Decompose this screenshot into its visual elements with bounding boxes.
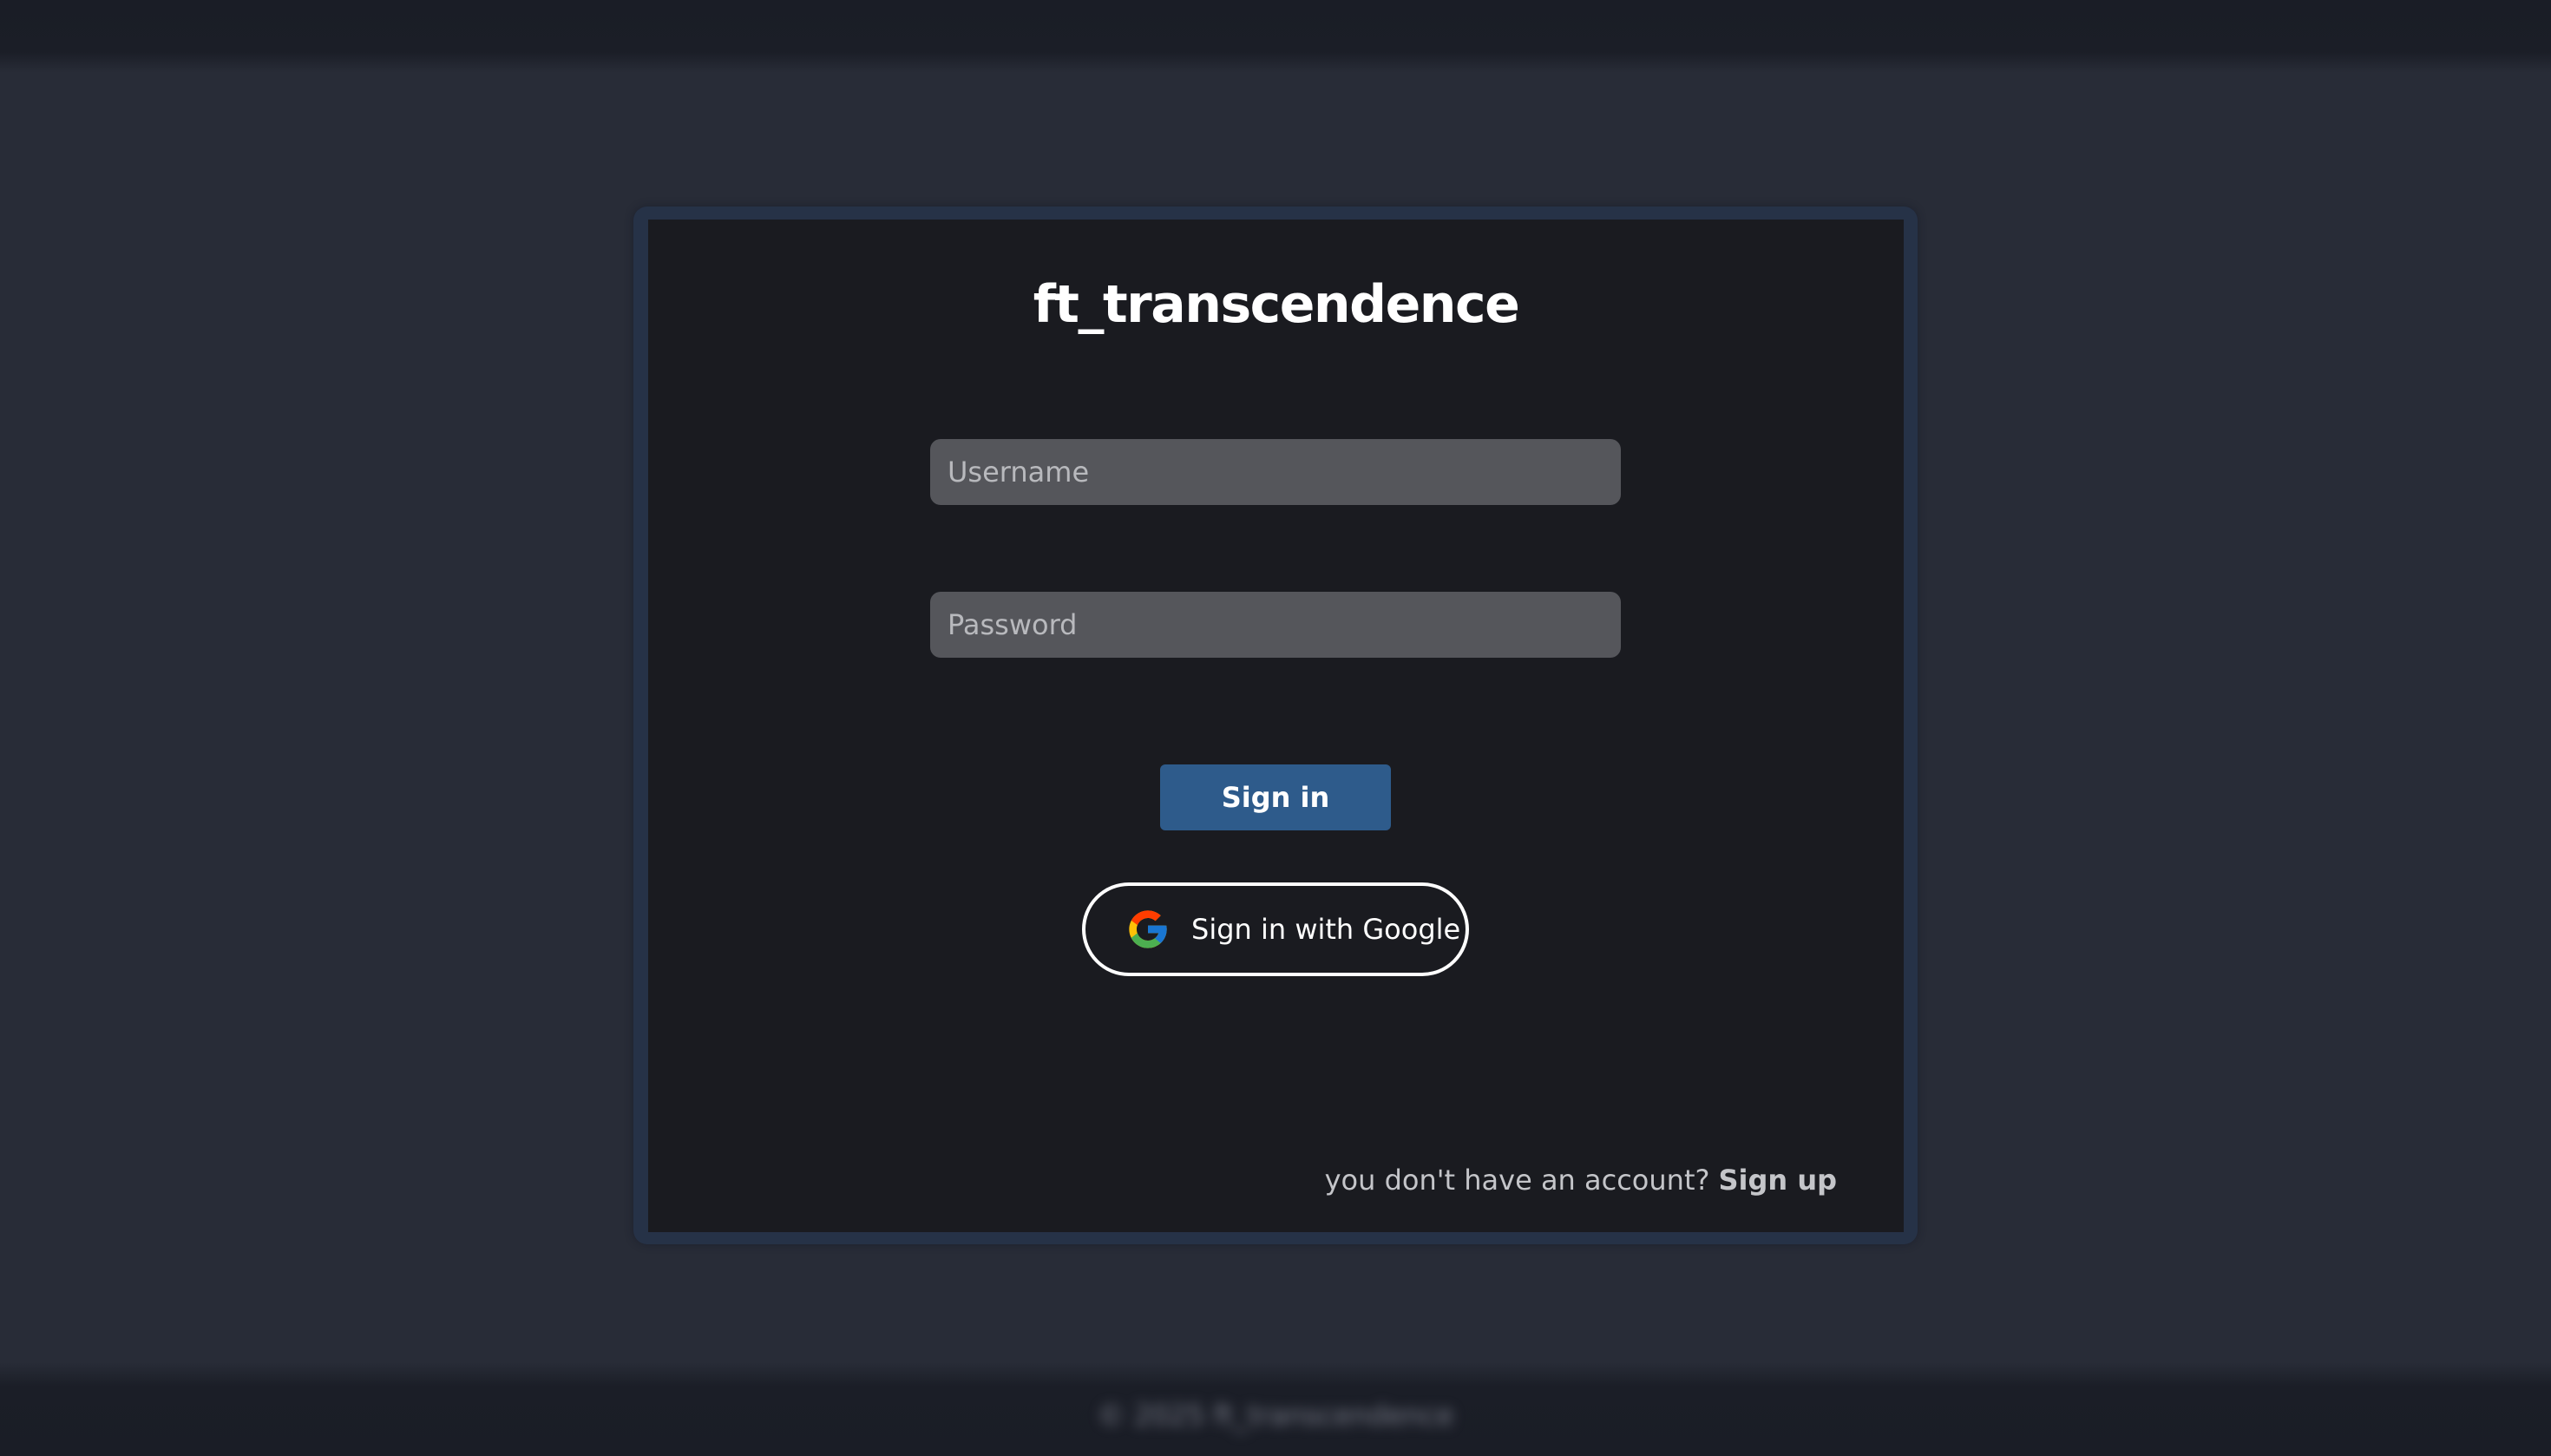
- sign-up-link[interactable]: Sign up: [1718, 1164, 1837, 1197]
- password-input[interactable]: [930, 592, 1621, 658]
- username-input[interactable]: [930, 439, 1621, 505]
- signup-prompt: you don't have an account?: [1324, 1164, 1710, 1197]
- top-bar: [0, 0, 2551, 73]
- google-sign-in-label: Sign in with Google: [1191, 913, 1461, 946]
- footer-copyright: © 2025 ft_transcendence: [1097, 1399, 1454, 1432]
- sign-in-button[interactable]: Sign in: [1160, 764, 1391, 830]
- login-card: ft_transcendence Sign in Sign in with Go…: [648, 220, 1904, 1232]
- signup-row: you don't have an account? Sign up: [1325, 1164, 1837, 1197]
- app-title: ft_transcendence: [1033, 274, 1520, 335]
- google-sign-in-button[interactable]: Sign in with Google: [1082, 882, 1469, 976]
- google-g-icon: [1129, 910, 1167, 948]
